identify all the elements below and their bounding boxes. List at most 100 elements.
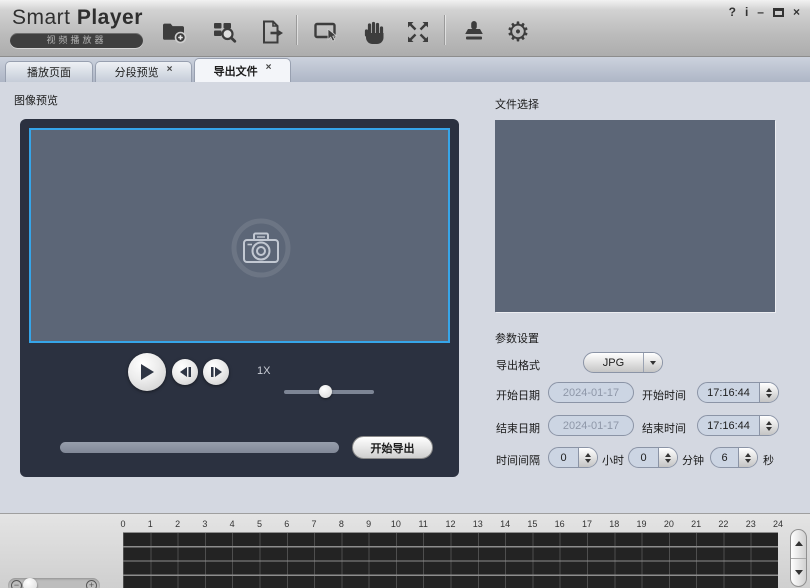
speed-slider-thumb[interactable] [319,385,332,398]
timeline-hour-label: 19 [636,519,647,529]
format-label: 导出格式 [496,360,540,372]
tab-label: 导出文件 [213,65,258,78]
timeline-grid[interactable] [123,532,778,588]
camera-icon [231,218,291,278]
interval-minutes-stepper[interactable]: 0 [628,447,678,468]
timeline-hour-label: 20 [663,519,674,529]
speed-slider[interactable] [284,385,374,398]
end-date-label: 结束日期 [496,423,540,435]
toolbar-separator [296,15,297,45]
timeline-hour-label: 13 [472,519,483,529]
brand-bold: Player [76,6,143,29]
params-label: 参数设置 [495,333,539,345]
scroll-up-icon[interactable] [791,530,806,559]
timeline-hour-label: 9 [366,519,372,529]
no-image-placeholder [229,216,293,280]
smart-player-window: Smart Player 视频播放器 ⚙ ? i – × 播放页面 分段预览 ×… [0,0,810,588]
format-value: JPG [602,356,625,369]
search-files-button[interactable] [210,18,238,46]
settings-button[interactable]: ⚙ [504,18,532,46]
hand-pan-button[interactable] [360,18,388,46]
timeline-zoom-thumb[interactable] [23,578,37,588]
timeline-zoom-slider[interactable]: − + [8,578,100,588]
fullscreen-button[interactable] [404,18,432,46]
info-icon[interactable]: i [745,5,748,19]
timeline-hour-label: 8 [338,519,344,529]
brand-main: Smart [12,6,77,29]
interval-label: 时间间隔 [496,455,540,467]
tab-export-file[interactable]: 导出文件 × [194,58,291,82]
timeline-hour-label: 22 [718,519,729,529]
timeline-hour-label: 15 [527,519,538,529]
interval-seconds-value: 6 [721,451,728,464]
timeline-hour-label: 14 [500,519,511,529]
watermark-stamp-button[interactable] [460,18,488,46]
toolbar-separator [444,15,445,45]
speed-label: 1X [257,365,271,377]
spinner-arrows-icon[interactable] [658,448,677,467]
tab-close-icon[interactable]: × [167,64,173,75]
timeline-hour-label: 18 [609,519,620,529]
prev-frame-icon [179,367,191,377]
start-date-label: 开始日期 [496,390,540,402]
open-folder-icon [163,23,187,44]
export-file-icon [263,20,283,44]
timeline-hour-label: 6 [284,519,290,529]
video-preview-area [29,128,450,343]
start-date-field[interactable]: 2024-01-17 [548,382,634,403]
format-dropdown[interactable]: JPG [583,352,663,373]
tab-play-page[interactable]: 播放页面 [5,61,93,82]
next-frame-icon [210,367,222,377]
zoom-out-icon[interactable]: − [11,580,22,588]
help-icon[interactable]: ? [729,5,736,19]
window-controls: ? i – × [729,5,800,19]
player-panel: 1X 开始导出 [20,119,459,477]
timeline-hour-label: 16 [554,519,565,529]
start-export-button[interactable]: 开始导出 [352,436,433,459]
select-region-button[interactable] [312,18,340,46]
dropdown-arrow-icon[interactable] [643,353,662,372]
file-select-list[interactable] [495,120,775,312]
spinner-arrows-icon[interactable] [738,448,757,467]
play-button[interactable] [128,353,166,391]
timeline-hour-label: 24 [772,519,784,529]
hours-unit-label: 小时 [602,455,624,467]
minimize-icon[interactable]: – [757,5,764,19]
minutes-unit-label: 分钟 [682,455,704,467]
end-time-field[interactable]: 17:16:44 [697,415,779,436]
file-select-label: 文件选择 [495,99,539,111]
next-frame-button[interactable] [203,359,229,385]
open-folder-button[interactable] [160,18,188,46]
spinner-arrows-icon[interactable] [759,383,778,402]
tab-segment-preview[interactable]: 分段预览 × [95,61,192,82]
image-preview-label: 图像预览 [14,95,58,107]
timeline-hour-label: 5 [256,519,262,529]
timeline-hour-label: 2 [175,519,181,529]
interval-minutes-value: 0 [640,451,647,464]
end-date-value: 2024-01-17 [562,419,620,432]
timeline-scrollbar[interactable] [790,529,807,587]
close-icon[interactable]: × [793,5,800,19]
interval-seconds-stepper[interactable]: 6 [710,447,758,468]
timeline-hour-label: 1 [147,519,153,529]
title-bar: Smart Player 视频播放器 ⚙ ? i – × [0,0,810,57]
scroll-down-icon[interactable] [791,559,806,587]
timeline-section: 0 1 2 3 4 5 6 7 8 9 10 11 12 13 14 15 16 17 18 19 20 21 22 23 24… [0,513,810,588]
interval-hours-value: 0 [560,451,567,464]
tab-label: 分段预览 [114,67,159,79]
prev-frame-button[interactable] [172,359,198,385]
spinner-arrows-icon[interactable] [578,448,597,467]
end-date-field[interactable]: 2024-01-17 [548,415,634,436]
zoom-in-icon[interactable]: + [86,580,97,588]
start-time-field[interactable]: 17:16:44 [697,382,779,403]
timeline-hour-label: 21 [691,519,702,529]
search-files-icon [214,23,237,43]
timeline-hour-labels: 0 1 2 3 4 5 6 7 8 9 10 11 12 13 14 15 16 17 18 19 20 21 22 23 24 [120,519,783,531]
interval-hours-stepper[interactable]: 0 [548,447,598,468]
spinner-arrows-icon[interactable] [759,416,778,435]
start-time-label: 开始时间 [642,390,686,402]
end-time-label: 结束时间 [642,423,686,435]
tab-close-icon[interactable]: × [266,62,272,73]
maximize-icon[interactable] [772,7,784,17]
export-file-button[interactable] [257,18,285,46]
